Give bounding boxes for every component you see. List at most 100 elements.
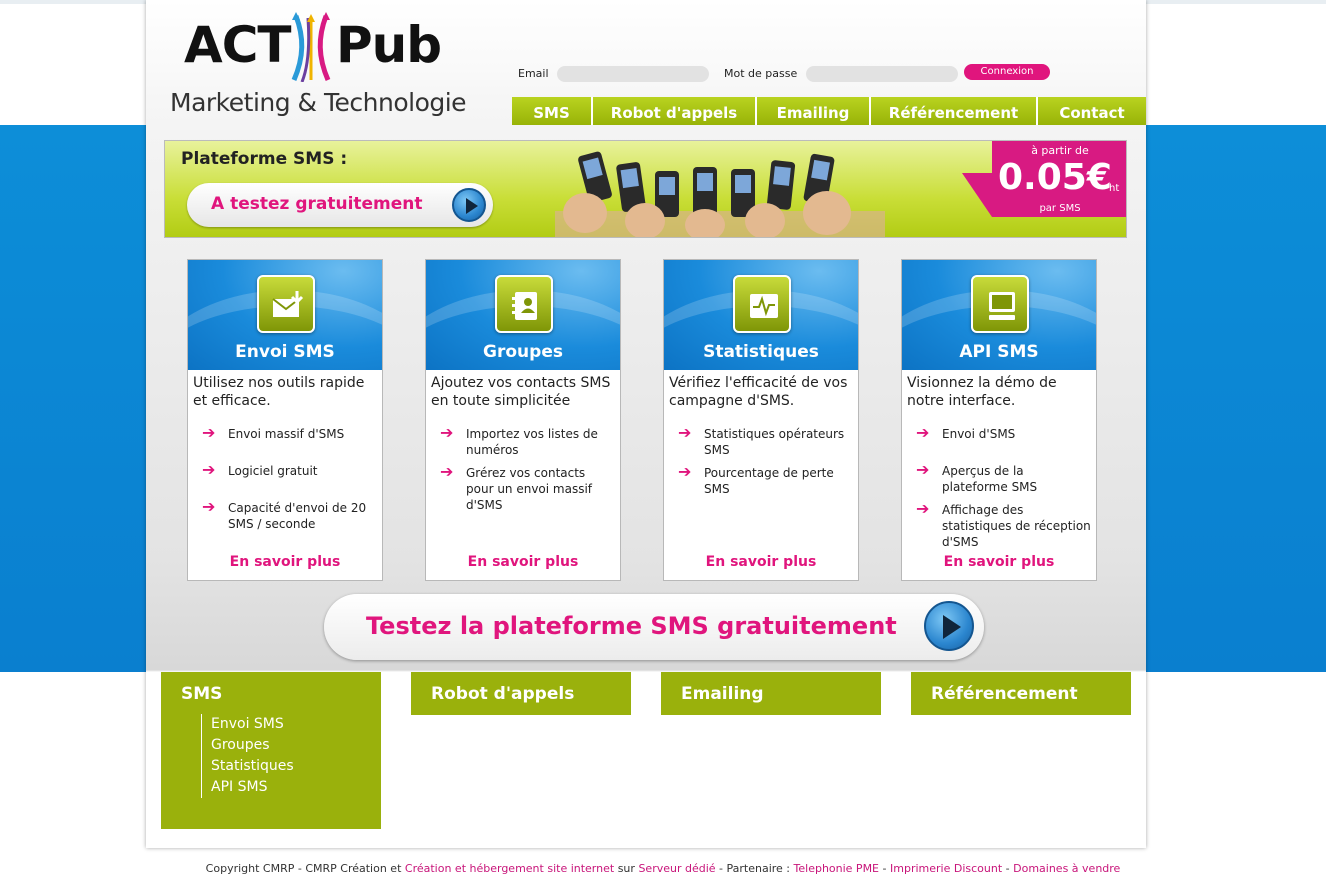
card-header: API SMS: [902, 260, 1096, 370]
list-item: ➔ Capacité d'envoi de 20 SMS / seconde: [202, 497, 367, 532]
play-icon: [452, 188, 486, 222]
banner-button-label: A testez gratuitement: [211, 194, 423, 214]
copyright-text: Copyright CMRP - CMRP Création et: [205, 862, 402, 875]
email-field[interactable]: [557, 66, 709, 82]
footer-box-sms: SMS Envoi SMS Groupes Statistiques API S…: [161, 672, 381, 829]
footer-sms-links: Envoi SMS Groupes Statistiques API SMS: [201, 714, 361, 798]
price-per: par SMS: [1039, 203, 1081, 214]
card-api-sms: API SMS Visionnez la démo de notre inter…: [901, 259, 1097, 581]
logo-act: ACT: [184, 16, 291, 74]
card-envoi-sms: Envoi SMS Utilisez nos outils rapide et …: [187, 259, 383, 581]
login-button[interactable]: Connexion: [964, 64, 1050, 80]
card-title: Envoi SMS: [235, 342, 335, 362]
main-nav: SMS Robot d'appels Emailing Référencemen…: [512, 97, 1146, 125]
footer-box-emailing[interactable]: Emailing: [661, 672, 881, 715]
footer-box-title: Référencement: [931, 684, 1078, 704]
footer-link-api-sms[interactable]: API SMS: [211, 777, 361, 798]
chart-icon: [733, 275, 791, 333]
more-link[interactable]: En savoir plus: [664, 554, 858, 570]
more-link[interactable]: En savoir plus: [902, 554, 1096, 570]
card-header: Envoi SMS: [188, 260, 382, 370]
footer-box-referencement[interactable]: Référencement: [911, 672, 1131, 715]
footer-box-title: Robot d'appels: [431, 684, 575, 704]
list-item: ➔ Logiciel gratuit: [202, 460, 318, 479]
arrow-right-icon: ➔: [916, 423, 930, 442]
arrow-right-icon: ➔: [916, 499, 930, 518]
copyright-sep: -: [1005, 862, 1010, 875]
card-intro: Utilisez nos outils rapide et efficace.: [193, 375, 365, 409]
link-telephonie-pme[interactable]: Telephonie PME: [794, 862, 880, 875]
monitor-icon: [971, 275, 1029, 333]
footer-link-groupes[interactable]: Groupes: [211, 735, 361, 756]
logo-mark-icon: [291, 12, 331, 82]
list-item: ➔ Statistiques opérateurs SMS: [678, 423, 845, 458]
card-intro: Vérifiez l'efficacité de vos campagne d'…: [669, 375, 848, 409]
list-item: ➔ Importez vos listes de numéros: [440, 423, 598, 458]
price-badge: à partir de 0.05€ ht par SMS: [962, 141, 1126, 217]
arrow-right-icon: ➔: [678, 462, 692, 481]
copyright-bar: Copyright CMRP - CMRP Création et Créati…: [0, 862, 1326, 875]
copyright-partner: - Partenaire :: [719, 862, 791, 875]
more-link[interactable]: En savoir plus: [426, 554, 620, 570]
card-statistiques: Statistiques Vérifiez l'efficacité de vo…: [663, 259, 859, 581]
list-item: ➔ Aperçus de la plateforme SMS: [916, 460, 1038, 495]
price-ht: ht: [1109, 183, 1120, 194]
arrow-right-icon: ➔: [916, 460, 930, 479]
nav-emailing[interactable]: Emailing: [755, 97, 869, 125]
contacts-icon: [495, 275, 553, 333]
logo-pub: Pub: [336, 16, 442, 74]
card-groupes: Groupes Ajoutez vos contacts SMS en tout…: [425, 259, 621, 581]
banner-test-button[interactable]: A testez gratuitement: [187, 183, 493, 227]
card-title: Statistiques: [703, 342, 819, 362]
footer-link-statistiques[interactable]: Statistiques: [211, 756, 361, 777]
promo-banner[interactable]: Plateforme SMS : A testez gratuitement à…: [164, 140, 1127, 238]
price-value: 0.05€: [998, 157, 1112, 198]
card-title: Groupes: [483, 342, 563, 362]
link-creation-hebergement[interactable]: Création et hébergement site internet: [405, 862, 614, 875]
card-header: Statistiques: [664, 260, 858, 370]
copyright-sep: -: [882, 862, 887, 875]
card-header: Groupes: [426, 260, 620, 370]
envelope-icon: [257, 275, 315, 333]
more-link[interactable]: En savoir plus: [188, 554, 382, 570]
list-item: ➔ Grérez vos contacts pour un envoi massi…: [440, 462, 593, 513]
footer-box-title[interactable]: SMS: [181, 684, 222, 704]
password-label: Mot de passe: [724, 67, 798, 80]
list-item: ➔ Affichage des statistiques de réception…: [916, 499, 1091, 550]
nav-referencement[interactable]: Référencement: [869, 97, 1036, 125]
card-intro: Visionnez la démo de notre interface.: [907, 375, 1057, 409]
price-from: à partir de: [1031, 144, 1089, 157]
footer-box-title: Emailing: [681, 684, 764, 704]
site-logo[interactable]: ACT Pub Marketing & Technologie: [168, 12, 488, 122]
arrow-right-icon: ➔: [678, 423, 692, 442]
arrow-right-icon: ➔: [202, 423, 216, 442]
arrow-right-icon: ➔: [440, 423, 454, 442]
link-domaines-vendre[interactable]: Domaines à vendre: [1013, 862, 1120, 875]
phones-illustration: [555, 151, 885, 237]
list-item: ➔ Envoi d'SMS: [916, 423, 1016, 442]
page-container: ACT Pub Marketing & Technologie Email Mo…: [146, 0, 1146, 848]
card-title: API SMS: [959, 342, 1039, 362]
arrow-right-icon: ➔: [440, 462, 454, 481]
email-label: Email: [518, 67, 549, 80]
copyright-sur: sur: [617, 862, 635, 875]
play-icon: [924, 601, 974, 651]
cta-label: Testez la plateforme SMS gratuitement: [366, 612, 897, 640]
nav-robot-appels[interactable]: Robot d'appels: [591, 97, 755, 125]
nav-sms[interactable]: SMS: [512, 97, 591, 125]
arrow-right-icon: ➔: [202, 497, 216, 516]
banner-title: Plateforme SMS :: [181, 149, 348, 169]
list-item: ➔ Envoi massif d'SMS: [202, 423, 345, 442]
card-intro: Ajoutez vos contacts SMS en toute simpli…: [431, 375, 611, 409]
footer-link-envoi-sms[interactable]: Envoi SMS: [211, 714, 361, 735]
password-field[interactable]: [806, 66, 958, 82]
test-platform-button[interactable]: Testez la plateforme SMS gratuitement: [324, 594, 984, 660]
list-item: ➔ Pourcentage de perte SMS: [678, 462, 834, 497]
nav-contact[interactable]: Contact: [1036, 97, 1146, 125]
logo-wordmark: ACT Pub: [184, 16, 442, 74]
arrow-right-icon: ➔: [202, 460, 216, 479]
footer-box-robot[interactable]: Robot d'appels: [411, 672, 631, 715]
link-serveur-dedie[interactable]: Serveur dédié: [638, 862, 715, 875]
logo-tagline: Marketing & Technologie: [170, 88, 467, 117]
link-imprimerie-discount[interactable]: Imprimerie Discount: [890, 862, 1002, 875]
